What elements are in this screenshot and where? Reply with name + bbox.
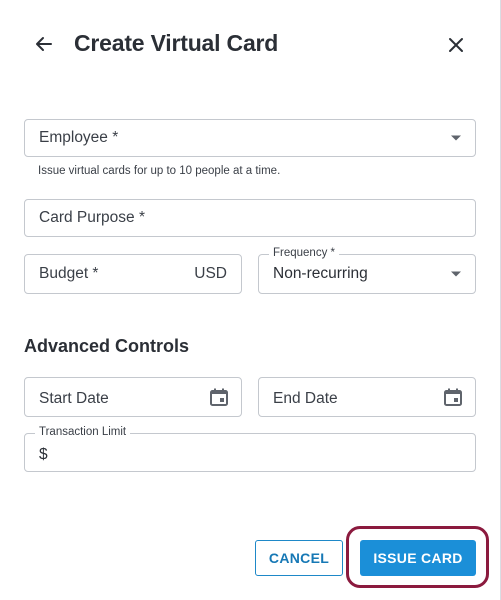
- calendar-icon[interactable]: [443, 387, 463, 407]
- transaction-limit-prefix: $: [39, 445, 48, 463]
- budget-input[interactable]: Budget * USD: [24, 254, 242, 294]
- arrow-left-icon: [36, 37, 52, 51]
- end-date-input[interactable]: End Date: [258, 377, 476, 417]
- chevron-down-icon: [451, 135, 461, 141]
- create-virtual-card-panel: Create Virtual Card Employee * Issue vir…: [0, 0, 501, 600]
- end-date-label: End Date: [273, 389, 338, 407]
- issue-card-button[interactable]: ISSUE CARD: [360, 540, 476, 576]
- panel-header: Create Virtual Card: [0, 0, 500, 90]
- page-title: Create Virtual Card: [74, 30, 279, 56]
- frequency-label: Frequency *: [269, 247, 340, 259]
- frequency-select[interactable]: Frequency * Non-recurring: [258, 247, 476, 294]
- card-purpose-label: Card Purpose *: [39, 209, 145, 226]
- calendar-icon[interactable]: [209, 387, 229, 407]
- close-icon: [449, 38, 463, 52]
- transaction-limit-input[interactable]: Transaction Limit $: [24, 426, 476, 472]
- transaction-limit-label: Transaction Limit: [35, 426, 131, 438]
- frequency-value: Non-recurring: [273, 265, 368, 282]
- advanced-controls-heading: Advanced Controls: [24, 336, 190, 356]
- back-button[interactable]: [30, 30, 58, 58]
- chevron-down-icon: [451, 271, 461, 277]
- cancel-button[interactable]: CANCEL: [255, 540, 343, 576]
- employee-select[interactable]: Employee *: [24, 119, 476, 157]
- start-date-label: Start Date: [39, 389, 109, 407]
- close-button[interactable]: [441, 30, 471, 60]
- start-date-input[interactable]: Start Date: [24, 377, 242, 417]
- employee-label: Employee *: [39, 129, 119, 146]
- budget-label: Budget *: [39, 265, 99, 282]
- currency-suffix: USD: [194, 265, 227, 282]
- employee-helper-text: Issue virtual cards for up to 10 people …: [38, 165, 281, 177]
- card-purpose-input[interactable]: Card Purpose *: [24, 199, 476, 237]
